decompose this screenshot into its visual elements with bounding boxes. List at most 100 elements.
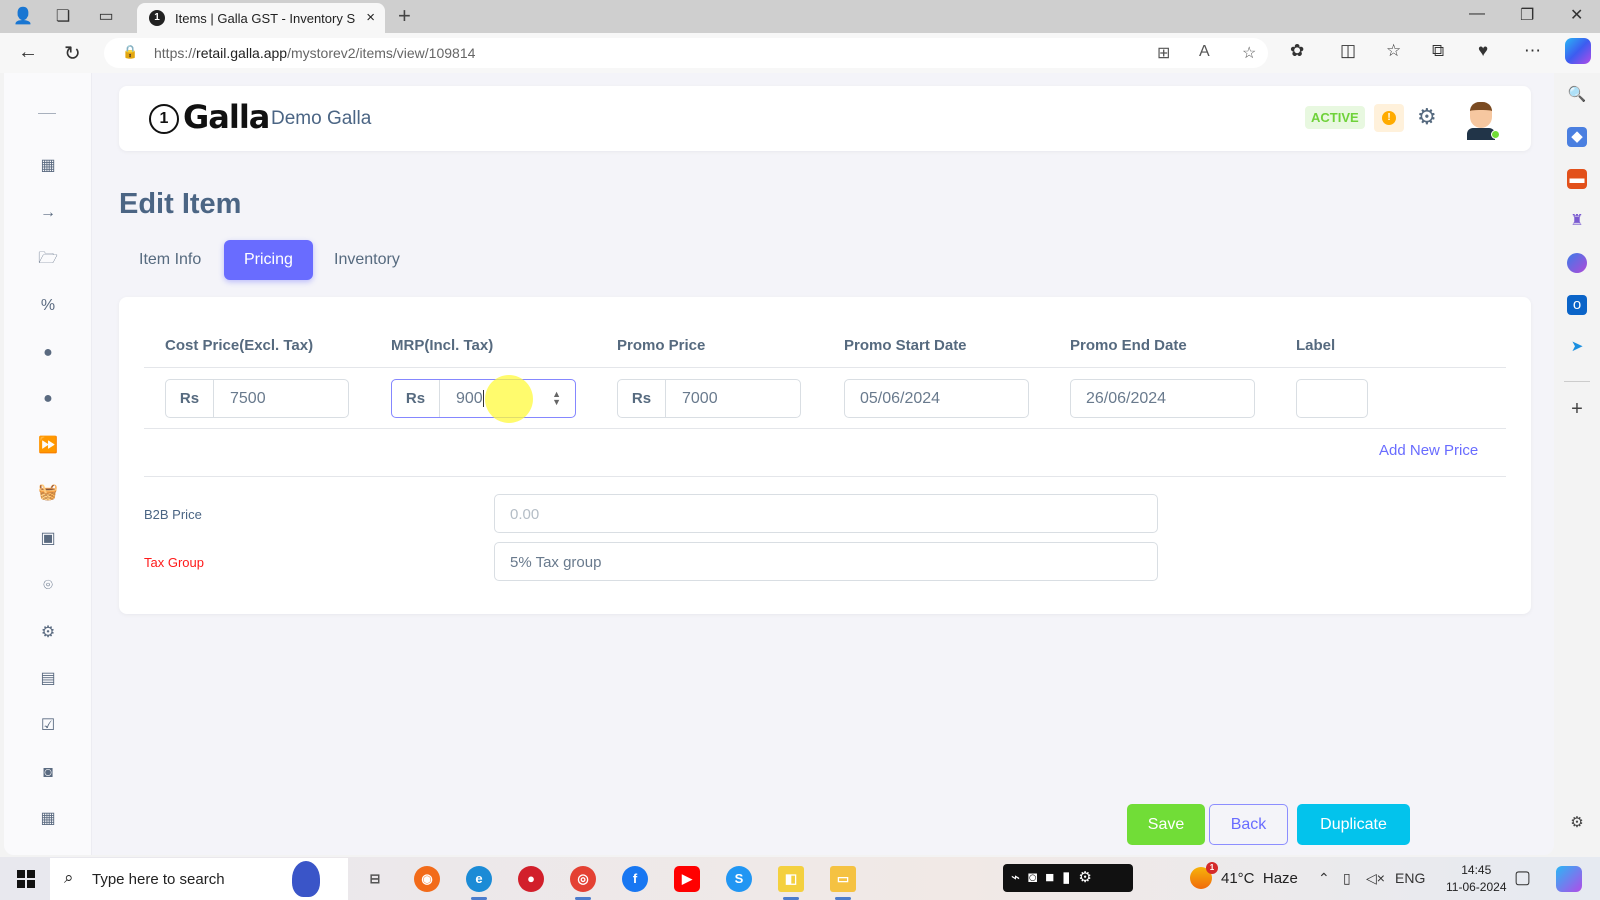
- app-available-icon[interactable]: ⊞: [1157, 43, 1170, 63]
- alert-button[interactable]: !: [1374, 104, 1404, 132]
- url-text[interactable]: https://retail.galla.app/mystorev2/items…: [154, 45, 475, 61]
- firefox-icon[interactable]: ◉: [414, 866, 440, 892]
- number-spinner[interactable]: ▲ ▼: [552, 390, 561, 407]
- settings-icon: ⚙: [40, 624, 56, 641]
- read-aloud-icon[interactable]: A: [1199, 43, 1210, 61]
- time: 14:45: [1461, 863, 1492, 877]
- task-view-icon[interactable]: ⊟: [362, 866, 388, 892]
- clock-widget-icon[interactable]: [292, 861, 320, 897]
- promo-price-input[interactable]: Rs 7000: [617, 379, 801, 418]
- workspaces-icon[interactable]: ❏: [52, 6, 74, 28]
- tab-actions-icon[interactable]: ▭: [95, 6, 117, 28]
- add-new-price-link[interactable]: Add New Price: [1379, 442, 1478, 459]
- sidebar-settings-icon[interactable]: ⚙: [1567, 813, 1587, 833]
- b2b-price-input[interactable]: 0.00: [494, 494, 1158, 533]
- more-menu-icon[interactable]: ⋯: [1524, 41, 1541, 61]
- back-button[interactable]: Back: [1209, 804, 1288, 845]
- sidebar-item-dashboard[interactable]: ▦: [38, 156, 58, 176]
- collections-icon[interactable]: ⧉: [1432, 41, 1444, 61]
- taskbar-search[interactable]: ⌕ Type here to search: [50, 858, 348, 900]
- sidebar-item-settings[interactable]: ⚙: [38, 623, 58, 643]
- screen-capture-toolbar[interactable]: ⌁◙■▮⚙: [1003, 864, 1133, 892]
- duplicate-button[interactable]: Duplicate: [1297, 804, 1410, 845]
- split-screen-icon[interactable]: ◫: [1340, 41, 1356, 61]
- chevron-up-icon[interactable]: ⌃: [1318, 870, 1330, 887]
- notifications-icon[interactable]: ▢: [1514, 867, 1531, 888]
- refresh-icon[interactable]: ↻: [64, 41, 81, 66]
- youtube-icon[interactable]: ▶: [674, 866, 700, 892]
- address-bar[interactable]: 🔒 https://retail.galla.app/mystorev2/ite…: [104, 38, 1268, 68]
- sidebar-item-arrow[interactable]: →: [38, 203, 58, 223]
- close-window-icon[interactable]: ✕: [1570, 5, 1583, 25]
- file-explorer-icon[interactable]: ▭: [830, 866, 856, 900]
- add-sidebar-app-icon[interactable]: +: [1567, 399, 1587, 419]
- weather-icon[interactable]: 1: [1190, 862, 1218, 889]
- sidebar-item-contacts[interactable]: ▣: [38, 529, 58, 549]
- edge-icon[interactable]: e: [466, 866, 492, 900]
- label-input[interactable]: [1296, 379, 1368, 418]
- search-icon[interactable]: 🔍: [1567, 85, 1587, 105]
- extensions-icon[interactable]: ✿: [1290, 41, 1304, 61]
- tab-inventory[interactable]: Inventory: [314, 240, 420, 280]
- sidebar-item-customers[interactable]: ●: [38, 389, 58, 409]
- lock-icon[interactable]: 🔒: [122, 44, 138, 60]
- copilot-icon[interactable]: [1565, 38, 1591, 64]
- profile-icon[interactable]: 👤: [12, 6, 34, 28]
- promo-end-date-input[interactable]: 26/06/2024: [1070, 379, 1255, 418]
- sidebar-item-reports[interactable]: ▤: [38, 669, 58, 689]
- pricing-card: Cost Price(Excl. Tax) MRP(Incl. Tax) Pro…: [119, 297, 1531, 614]
- sidebar-item-calendar[interactable]: ▦: [38, 809, 58, 829]
- divider: [1564, 381, 1590, 382]
- cost-price-input[interactable]: Rs 7500: [165, 379, 349, 418]
- sidebar-item-forward[interactable]: ⏩: [38, 436, 58, 456]
- facebook-icon[interactable]: f: [622, 866, 648, 892]
- toolbox-icon[interactable]: ▬: [1567, 169, 1587, 189]
- minimize-icon[interactable]: —: [1469, 5, 1485, 23]
- sidebar-item-location[interactable]: ⌾: [38, 576, 58, 596]
- weather-text[interactable]: 41°C Haze: [1221, 870, 1298, 887]
- maps-app-icon[interactable]: ◧: [778, 866, 804, 900]
- outlook-icon[interactable]: o: [1567, 295, 1587, 315]
- favorites-icon[interactable]: ☆: [1386, 41, 1401, 61]
- microsoft365-icon[interactable]: [1567, 253, 1587, 273]
- maximize-icon[interactable]: ❐: [1520, 5, 1534, 25]
- sidebar-item-tasks[interactable]: ☑: [38, 716, 58, 736]
- sidebar-item-users[interactable]: ●: [38, 343, 58, 363]
- skype-icon[interactable]: S: [726, 866, 752, 892]
- sidebar-collapse-handle[interactable]: [38, 113, 56, 114]
- tax-group-select[interactable]: 5% Tax group: [494, 542, 1158, 581]
- chrome-icon[interactable]: ◎: [570, 866, 596, 900]
- windows-start-icon[interactable]: [17, 870, 35, 888]
- sidebar-item-cash[interactable]: ◙: [38, 763, 58, 783]
- gear-icon[interactable]: ⚙: [1417, 104, 1437, 130]
- telegram-icon[interactable]: ➤: [1567, 337, 1587, 357]
- mrp-input[interactable]: Rs 900 ▲ ▼: [391, 379, 576, 418]
- sidebar-item-discount[interactable]: %: [38, 296, 58, 316]
- tab-pricing[interactable]: Pricing: [224, 240, 313, 280]
- clock[interactable]: 14:45 11-06-2024: [1446, 862, 1507, 896]
- language-indicator[interactable]: ENG: [1395, 870, 1425, 886]
- promo-start-date-input[interactable]: 05/06/2024: [844, 379, 1029, 418]
- copilot-taskbar-icon[interactable]: [1556, 866, 1582, 892]
- browser-tab-active[interactable]: 1 Items | Galla GST - Inventory Soft ×: [137, 3, 385, 33]
- camera-icon[interactable]: ▯: [1343, 870, 1351, 887]
- avatar[interactable]: [1464, 98, 1500, 140]
- recorder-icon[interactable]: ●: [518, 866, 544, 892]
- favorite-star-icon[interactable]: ☆: [1242, 43, 1256, 63]
- app-logo[interactable]: Galla: [183, 98, 270, 136]
- volume-muted-icon[interactable]: ◁×: [1366, 870, 1385, 887]
- tab-close-icon[interactable]: ×: [366, 9, 375, 26]
- save-button[interactable]: Save: [1127, 804, 1205, 845]
- sidebar-item-basket[interactable]: 🧺: [38, 483, 58, 503]
- browser-essentials-icon[interactable]: ♥: [1478, 41, 1488, 61]
- shopping-tag-icon[interactable]: ◆: [1567, 127, 1587, 147]
- new-tab-button[interactable]: +: [398, 3, 411, 29]
- games-icon[interactable]: ♜: [1567, 211, 1587, 231]
- tab-item-info[interactable]: Item Info: [119, 240, 221, 280]
- column-header-promo-start: Promo Start Date: [844, 337, 967, 354]
- column-header-label: Label: [1296, 337, 1336, 354]
- back-arrow-icon[interactable]: ←: [18, 41, 38, 64]
- currency-prefix: Rs: [392, 380, 440, 417]
- checkbox-icon: ☑: [40, 717, 56, 734]
- sidebar-item-folder[interactable]: 🗁: [38, 249, 58, 269]
